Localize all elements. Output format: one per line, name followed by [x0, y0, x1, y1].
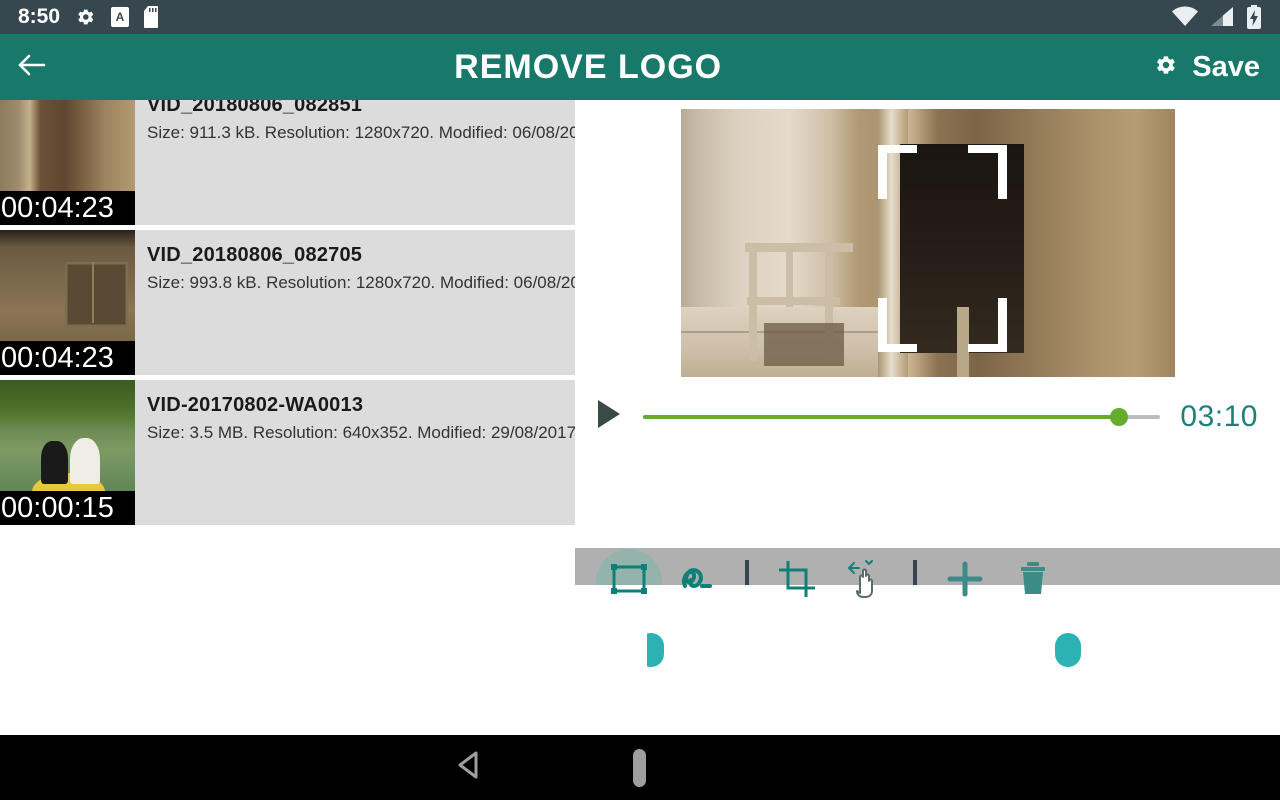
battery-charging-icon — [1246, 5, 1262, 29]
status-bar-right-icons — [1172, 5, 1262, 29]
hand-drag-icon — [844, 559, 886, 604]
plus-icon — [946, 560, 984, 603]
scribble-icon — [676, 560, 718, 603]
gear-icon[interactable] — [1152, 52, 1178, 83]
seek-thumb[interactable] — [1110, 407, 1129, 426]
trash-icon — [1016, 560, 1050, 603]
main-content: 00:04:22 00:04:23 VID_20180806_082851 Si… — [0, 100, 1280, 685]
empty-area — [0, 585, 1280, 735]
video-duration: 00:00:15 — [0, 491, 135, 525]
video-name: VID-20170802-WA0013 — [147, 394, 364, 416]
wifi-icon — [1172, 6, 1198, 28]
rectangle-icon — [609, 562, 649, 601]
video-thumbnail: 00:04:23 — [0, 230, 135, 375]
preview-shadow — [764, 323, 844, 367]
crop-icon — [778, 560, 816, 603]
play-button[interactable] — [575, 399, 643, 434]
status-bar: 8:50 A — [0, 0, 1280, 34]
video-name: VID_20180806_082705 — [147, 244, 363, 266]
logo-selection-rectangle[interactable] — [878, 145, 1007, 352]
play-icon — [596, 399, 622, 434]
video-details: Size: 911.3 kB. Resolution: 1280x720. Mo… — [147, 123, 575, 142]
status-bar-clock: 8:50 — [18, 5, 61, 28]
sd-card-icon — [144, 6, 162, 28]
video-preview[interactable] — [680, 109, 1175, 377]
seek-progress — [643, 414, 1120, 419]
video-meta: VID_20180806_082705 Size: 993.8 kB. Reso… — [135, 230, 575, 375]
playback-time: 03:10 — [1180, 399, 1258, 433]
video-preview-area — [575, 100, 1280, 385]
video-details: Size: 3.5 MB. Resolution: 640x352. Modif… — [147, 423, 575, 442]
nav-home-button[interactable] — [633, 748, 646, 787]
list-item[interactable]: 00:04:23 VID_20180806_082851 Size: 911.3… — [0, 100, 575, 225]
save-button[interactable]: Save — [1192, 51, 1260, 84]
list-item[interactable]: 00:00:15 VID-20170802-WA0013 Size: 3.5 M… — [0, 380, 575, 525]
video-duration: 00:04:23 — [0, 191, 135, 225]
gear-icon — [74, 6, 96, 28]
svg-text:A: A — [116, 10, 125, 24]
video-name: VID_20180806_082851 — [147, 100, 363, 116]
app-screen: 8:50 A REMOVE LOGO Save 00:04:23 VID_201… — [0, 0, 1280, 800]
a-letter-icon: A — [110, 6, 130, 28]
page-title: REMOVE LOGO — [454, 47, 723, 86]
video-editor-panel: 03:10 — [575, 100, 1280, 685]
app-bar: REMOVE LOGO Save — [0, 34, 1280, 100]
video-duration: 00:04:23 — [0, 341, 135, 375]
status-bar-left-icons: A — [74, 6, 162, 28]
cell-signal-icon — [1210, 6, 1234, 28]
system-nav-bar — [0, 735, 1280, 800]
playback-controls: 03:10 — [575, 385, 1280, 448]
video-meta: VID_20180806_082851 Size: 911.3 kB. Reso… — [135, 100, 575, 225]
video-list[interactable]: 00:04:22 00:04:23 VID_20180806_082851 Si… — [0, 100, 575, 585]
list-item[interactable]: 00:04:23 VID_20180806_082705 Size: 993.8… — [0, 230, 575, 375]
video-meta: VID-20170802-WA0013 Size: 3.5 MB. Resolu… — [135, 380, 575, 525]
nav-back-button[interactable] — [452, 746, 490, 789]
video-details: Size: 993.8 kB. Resolution: 1280x720. Mo… — [147, 273, 575, 292]
video-thumbnail: 00:00:15 — [0, 380, 135, 525]
seek-bar[interactable] — [643, 402, 1161, 432]
video-thumbnail: 00:04:23 — [0, 100, 135, 225]
app-bar-actions: Save — [1152, 51, 1280, 84]
trim-handle-end[interactable] — [1054, 633, 1081, 667]
